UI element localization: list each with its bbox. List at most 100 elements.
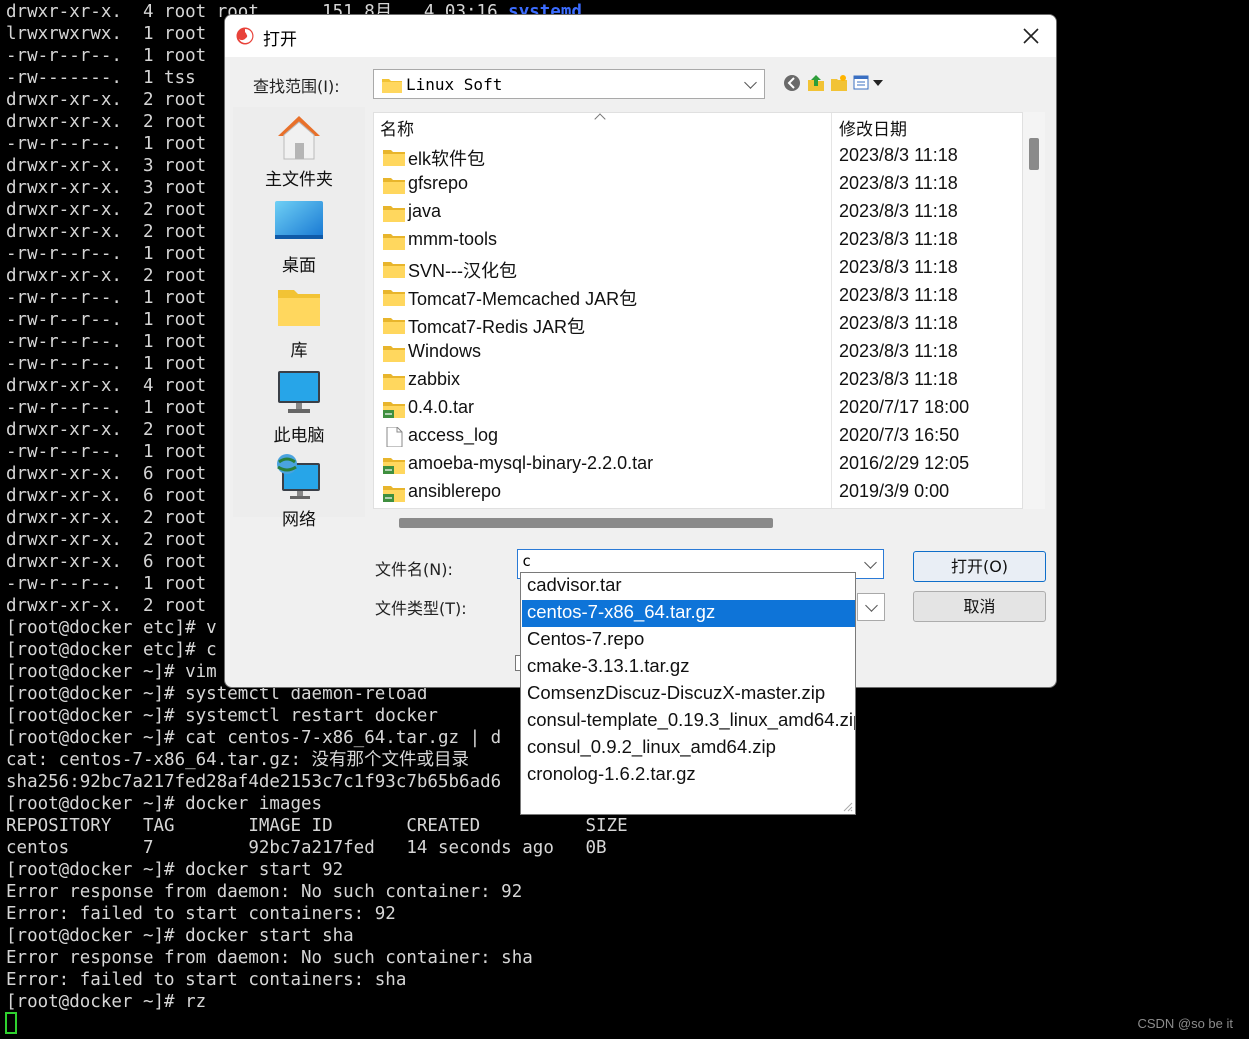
- filename-autocomplete-list[interactable]: cadvisor.tar centos-7-x86_64.tar.gz Centos…: [520, 572, 856, 815]
- view-menu-icon[interactable]: [853, 74, 887, 92]
- terminal-line-text: [root@docker ~]# cat centos-7-x86_64.tar…: [6, 728, 502, 748]
- dialog-titlebar[interactable]: 打开: [225, 15, 1056, 57]
- look-in-label: 查找范围(I):: [253, 77, 340, 96]
- terminal-line: [root@docker ~]# vim: [6, 661, 217, 683]
- column-header-name[interactable]: 名称: [380, 115, 414, 141]
- autocomplete-item[interactable]: cmake-3.13.1.tar.gz: [522, 654, 855, 681]
- file-name: access_log: [408, 425, 499, 445]
- terminal-line-text: drwxr-xr-x. 2 root: [6, 112, 207, 132]
- terminal-line: lrwxrwxrwx. 1 root: [6, 23, 206, 45]
- terminal-line-text: -rw-r--r--. 1 root: [6, 574, 207, 594]
- file-date: 2023/8/3 11:18: [839, 285, 958, 305]
- terminal-line: drwxr-xr-x. 2 root: [6, 529, 206, 551]
- file-name: ansiblerepo: [408, 481, 502, 501]
- autocomplete-item-selected[interactable]: centos-7-x86_64.tar.gz: [522, 600, 855, 627]
- terminal-line: -rw-r--r--. 1 root: [6, 397, 206, 419]
- terminal-line: drwxr-xr-x. 2 root: [6, 595, 206, 617]
- place-label: 库: [290, 341, 308, 360]
- terminal-line: drwxr-xr-x. 6 root: [6, 485, 206, 507]
- file-row[interactable]: zabbix 2023/8/3 11:18: [374, 367, 1022, 395]
- place-desktop[interactable]: 桌面: [233, 199, 365, 279]
- terminal-line: sha256:92bc7a217fed28af4de2153c7c1f93c7b…: [6, 771, 501, 793]
- terminal-line: -rw-r--r--. 1 root: [6, 287, 206, 309]
- autocomplete-item-label: consul_0.9.2_linux_amd64.zip: [527, 736, 776, 757]
- terminal-line: -rw-r--r--. 1 root: [6, 243, 206, 265]
- resize-grip-icon[interactable]: [841, 800, 853, 812]
- chevron-down-icon[interactable]: [864, 556, 877, 569]
- autocomplete-item[interactable]: Centos-7.repo: [522, 627, 855, 654]
- cancel-button[interactable]: 取消: [913, 591, 1046, 622]
- terminal-line: Error response from daemon: No such cont…: [6, 881, 522, 903]
- file-row[interactable]: elk软件包 2023/8/3 11:18: [374, 143, 1022, 171]
- autocomplete-item[interactable]: consul_0.9.2_linux_amd64.zip: [522, 735, 855, 762]
- terminal-line-text: [root@docker etc]# c: [6, 640, 217, 660]
- autocomplete-item-label: cronolog-1.6.2.tar.gz: [527, 763, 696, 784]
- archive-icon: [383, 455, 405, 475]
- close-button[interactable]: [1018, 23, 1044, 49]
- terminal-line-text: Error: failed to start containers: 92: [6, 904, 396, 924]
- file-row[interactable]: Tomcat7-Redis JAR包 2023/8/3 11:18: [374, 311, 1022, 339]
- file-row[interactable]: 0.4.0.tar 2020/7/17 18:00: [374, 395, 1022, 423]
- terminal-line-text: -rw-r--r--. 1 root: [6, 332, 207, 352]
- terminal-line-text: Error response from daemon: No such cont…: [6, 882, 523, 902]
- file-row[interactable]: mmm-tools 2023/8/3 11:18: [374, 227, 1022, 255]
- folder-icon: [383, 287, 405, 307]
- terminal-line: drwxr-xr-x. 6 root: [6, 551, 206, 573]
- terminal-line: -rw-r--r--. 1 root: [6, 45, 206, 67]
- file-row[interactable]: Tomcat7-Memcached JAR包 2023/8/3 11:18: [374, 283, 1022, 311]
- file-name: Windows: [408, 341, 482, 361]
- file-list[interactable]: 名称 修改日期 elk软件包 2023/8/3 11:18 gfsrepo 2023/…: [373, 112, 1023, 509]
- place-this-pc[interactable]: 此电脑: [233, 369, 365, 449]
- vertical-scroll-thumb[interactable]: [1029, 138, 1039, 170]
- terminal-line: Error: failed to start containers: 92: [6, 903, 396, 925]
- open-button[interactable]: 打开(O): [913, 551, 1046, 582]
- file-name: elk软件包: [408, 149, 486, 169]
- file-row[interactable]: gfsrepo 2023/8/3 11:18: [374, 171, 1022, 199]
- file-name: Tomcat7-Redis JAR包: [408, 317, 586, 337]
- terminal-line: drwxr-xr-x. 4 root: [6, 375, 206, 397]
- file-name: gfsrepo: [408, 173, 469, 193]
- terminal-line-text: drwxr-xr-x. 2 root: [6, 200, 207, 220]
- terminal-line-text: drwxr-xr-x. 3 root: [6, 156, 207, 176]
- terminal-line: drwxr-xr-x. 2 root: [6, 89, 206, 111]
- vertical-scrollbar[interactable]: [1023, 112, 1045, 509]
- terminal-line-text: REPOSITORY TAG IMAGE ID CREATED SIZE: [6, 816, 628, 836]
- folder-icon: [383, 147, 405, 167]
- autocomplete-item[interactable]: cadvisor.tar: [522, 573, 855, 600]
- place-library[interactable]: 库: [233, 284, 365, 364]
- column-header-date[interactable]: 修改日期: [839, 115, 907, 141]
- file-name: Tomcat7-Memcached JAR包: [408, 289, 638, 309]
- file-row[interactable]: amoeba-mysql-binary-2.2.0.tar 2016/2/29 1…: [374, 451, 1022, 479]
- file-row[interactable]: java 2023/8/3 11:18: [374, 199, 1022, 227]
- horizontal-scrollbar[interactable]: [373, 513, 1023, 531]
- autocomplete-item[interactable]: consul-template_0.19.3_linux_amd64.zip: [522, 708, 855, 735]
- terminal-line: drwxr-xr-x. 3 root: [6, 155, 206, 177]
- terminal-line-text: [root@docker etc]# v: [6, 618, 217, 638]
- autocomplete-item[interactable]: ComsenzDiscuz-DiscuzX-master.zip: [522, 681, 855, 708]
- new-folder-icon[interactable]: [830, 74, 848, 92]
- terminal-line-text: Error response from daemon: No such cont…: [6, 948, 533, 968]
- terminal-cursor: [5, 1012, 17, 1034]
- file-row[interactable]: Windows 2023/8/3 11:18: [374, 339, 1022, 367]
- terminal-line: [root@docker ~]# docker images: [6, 793, 322, 815]
- look-in-dropdown[interactable]: Linux Soft: [373, 69, 765, 99]
- terminal-line-text: [root@docker ~]# docker start sha: [6, 926, 354, 946]
- up-folder-icon[interactable]: [807, 74, 825, 92]
- terminal-line: [root@docker ~]# cat centos-7-x86_64.tar…: [6, 727, 501, 749]
- place-home[interactable]: 主文件夹: [233, 113, 365, 193]
- filename-value: c: [522, 552, 532, 570]
- file-row[interactable]: access_log 2020/7/3 16:50: [374, 423, 1022, 451]
- place-network[interactable]: 网络: [233, 453, 365, 533]
- filetype-dropdown[interactable]: [857, 593, 885, 621]
- terminal-line-text: drwxr-xr-x. 2 root: [6, 508, 207, 528]
- terminal-line-text: drwxr-xr-x. 2 root: [6, 420, 207, 440]
- back-icon[interactable]: [783, 74, 801, 92]
- horizontal-scroll-thumb[interactable]: [399, 518, 773, 528]
- file-row[interactable]: ansiblerepo 2019/3/9 0:00: [374, 479, 1022, 507]
- computer-icon: [278, 371, 320, 413]
- file-row[interactable]: SVN---汉化包 2023/8/3 11:18: [374, 255, 1022, 283]
- terminal-line: drwxr-xr-x. 2 root: [6, 419, 206, 441]
- autocomplete-item[interactable]: cronolog-1.6.2.tar.gz: [522, 762, 855, 789]
- place-label: 主文件夹: [265, 170, 333, 189]
- terminal-line-text: -rw-------. 1 tss: [6, 68, 196, 88]
